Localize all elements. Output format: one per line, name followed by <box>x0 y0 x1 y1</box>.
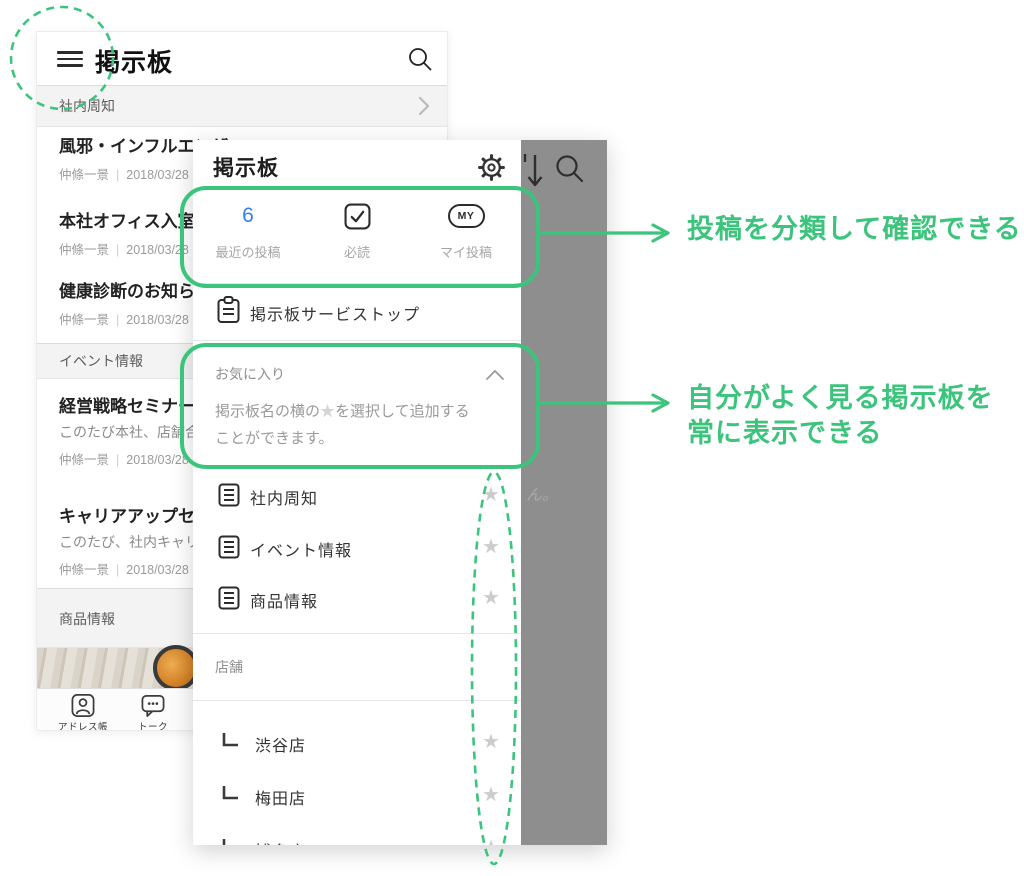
drawer-title: 掲示板 <box>213 152 279 182</box>
search-icon[interactable] <box>407 46 433 72</box>
store-name: 渋谷店 <box>255 732 306 756</box>
tab-recent-posts[interactable]: 6 最近の投稿 <box>198 198 298 261</box>
board-name: イベント情報 <box>250 537 352 561</box>
section-label: イベント情報 <box>59 351 143 371</box>
dimmed-background-overlay: ん。 <box>521 140 607 845</box>
divider <box>193 340 521 341</box>
talk-icon <box>140 693 166 718</box>
address-book-icon <box>70 693 96 718</box>
section-label: 社内周知 <box>59 96 115 116</box>
favorites-section-title: お気に入り <box>215 364 285 384</box>
star-icon[interactable]: ★ <box>482 534 500 559</box>
store-row[interactable]: 梅田店 ★ <box>193 768 521 822</box>
favorites-description: 掲示板名の横の★を選択して追加することができます。 <box>215 398 511 452</box>
board-icon <box>218 535 240 559</box>
chevron-up-icon[interactable] <box>485 369 505 381</box>
tab-label: マイ投稿 <box>416 242 516 261</box>
recent-posts-count: 6 <box>242 204 254 228</box>
section-row-company-notice[interactable]: 社内周知 <box>37 85 447 127</box>
dimmed-text-fragment: ん。 <box>526 481 558 505</box>
store-row[interactable]: 博多店 ★ <box>193 821 521 845</box>
tab-address-book[interactable]: アドレス帳 <box>51 693 115 731</box>
search-icon <box>554 153 586 185</box>
board-row[interactable]: 商品情報 ★ <box>193 571 521 625</box>
annotation-note-favorites: 自分がよく見る掲示板を常に表示できる <box>687 381 994 451</box>
store-section-title: 店舗 <box>215 657 243 677</box>
star-icon[interactable]: ★ <box>482 482 500 507</box>
divider <box>193 283 521 284</box>
board-icon <box>218 586 240 610</box>
tab-label: 必読 <box>307 242 407 261</box>
tab-must-read[interactable]: 必読 <box>307 198 407 261</box>
tab-my-posts[interactable]: MY マイ投稿 <box>416 198 516 261</box>
gear-icon[interactable] <box>476 152 507 183</box>
board-name: 商品情報 <box>250 588 318 612</box>
board-icon <box>218 483 240 507</box>
page: 掲示板 社内周知 風邪・インフルエンザ 仲條一景|2018/03/28 本社オフ… <box>0 0 1024 876</box>
sub-level-icon <box>220 784 240 802</box>
tab-label: トーク <box>121 719 185 731</box>
store-name: 梅田店 <box>255 785 306 809</box>
board-drawer-panel: ん。 掲示板 6 最近の投稿 必読 <box>193 140 607 845</box>
board-name: 社内周知 <box>250 485 318 509</box>
star-icon[interactable]: ★ <box>482 729 500 754</box>
sort-icon <box>522 151 544 191</box>
board-row[interactable]: 社内周知 ★ <box>193 468 521 522</box>
clipboard-icon <box>216 296 241 324</box>
star-icon[interactable]: ★ <box>482 835 500 845</box>
app-title: 掲示板 <box>95 43 173 79</box>
star-icon[interactable]: ★ <box>482 782 500 807</box>
tab-label: 最近の投稿 <box>198 242 298 261</box>
hamburger-menu-icon[interactable] <box>57 51 83 67</box>
store-name: 博多店 <box>255 838 306 845</box>
divider <box>193 700 521 701</box>
tab-talk[interactable]: トーク <box>121 693 185 731</box>
star-icon[interactable]: ★ <box>482 585 500 610</box>
star-icon: ★ <box>320 403 335 420</box>
divider <box>193 633 521 634</box>
app-header: 掲示板 <box>37 32 447 85</box>
board-row[interactable]: イベント情報 ★ <box>193 520 521 574</box>
checkbox-check-icon <box>344 203 371 230</box>
board-service-top-link[interactable]: 掲示板サービストップ <box>250 301 420 325</box>
annotation-note-classify: 投稿を分類して確認できる <box>687 212 1022 247</box>
section-label: 商品情報 <box>59 609 115 629</box>
tab-label: アドレス帳 <box>51 719 115 731</box>
sub-level-icon <box>220 731 240 749</box>
chevron-right-icon <box>417 95 431 117</box>
sub-level-icon <box>220 837 240 845</box>
annotation-arrow-head <box>653 225 668 241</box>
annotation-arrow-head <box>653 395 668 411</box>
my-badge-icon: MY <box>448 204 485 228</box>
store-row[interactable]: 渋谷店 ★ <box>193 715 521 769</box>
